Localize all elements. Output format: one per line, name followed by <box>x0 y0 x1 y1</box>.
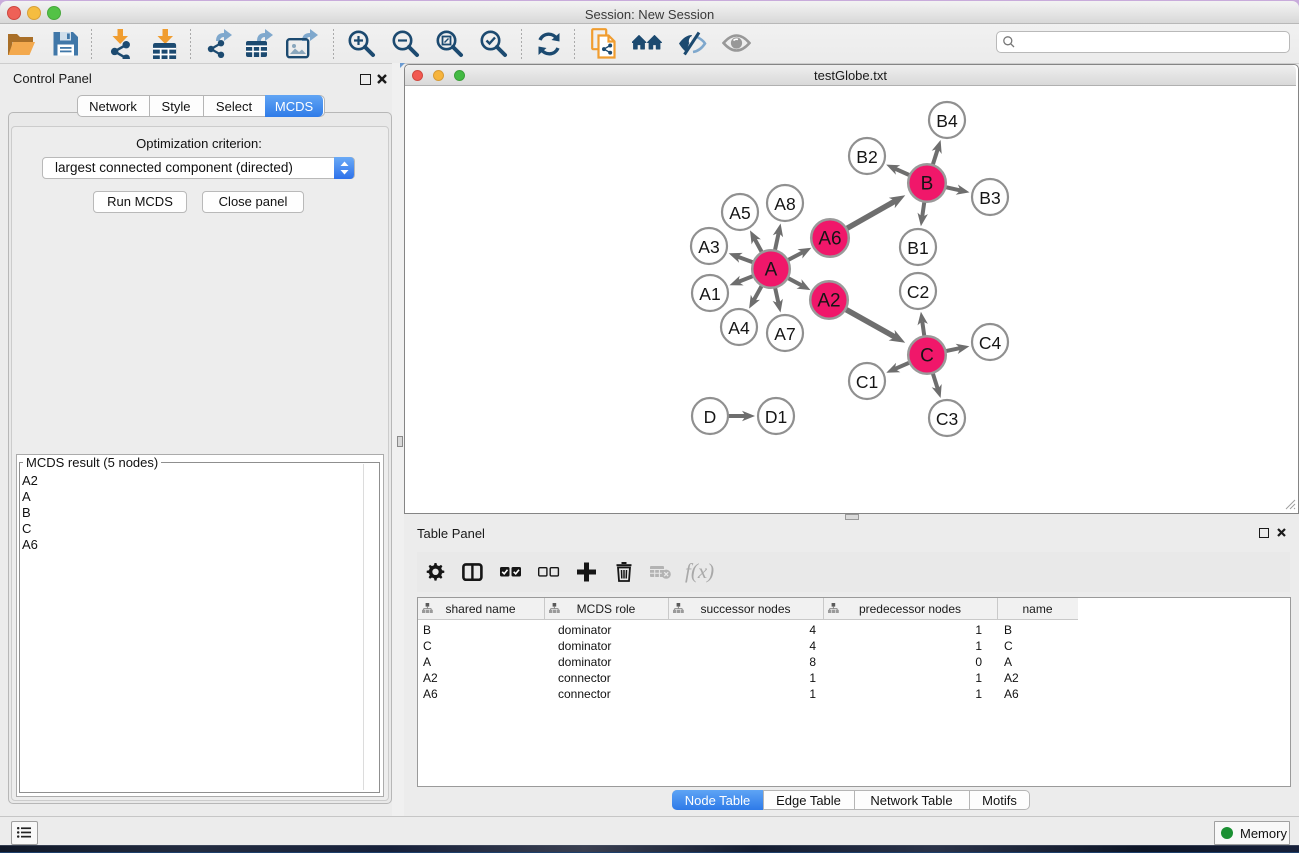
svg-text:A1: A1 <box>699 284 720 304</box>
svg-text:C3: C3 <box>936 409 958 429</box>
svg-text:A8: A8 <box>774 194 795 214</box>
svg-text:C4: C4 <box>979 333 1002 353</box>
svg-text:A2: A2 <box>817 291 840 312</box>
svg-text:A: A <box>765 260 778 281</box>
svg-text:B: B <box>921 174 934 195</box>
svg-text:B2: B2 <box>856 147 877 167</box>
svg-text:A3: A3 <box>698 237 719 257</box>
svg-text:C2: C2 <box>907 282 929 302</box>
svg-text:A4: A4 <box>728 318 750 338</box>
svg-text:B1: B1 <box>907 238 928 258</box>
svg-text:B4: B4 <box>936 111 958 131</box>
svg-text:D1: D1 <box>765 407 787 427</box>
svg-text:B3: B3 <box>979 188 1000 208</box>
svg-text:C: C <box>920 346 934 367</box>
svg-text:A6: A6 <box>818 229 841 250</box>
svg-text:D: D <box>704 407 717 427</box>
svg-text:A5: A5 <box>729 203 750 223</box>
svg-text:A7: A7 <box>774 324 795 344</box>
svg-text:C1: C1 <box>856 372 878 392</box>
